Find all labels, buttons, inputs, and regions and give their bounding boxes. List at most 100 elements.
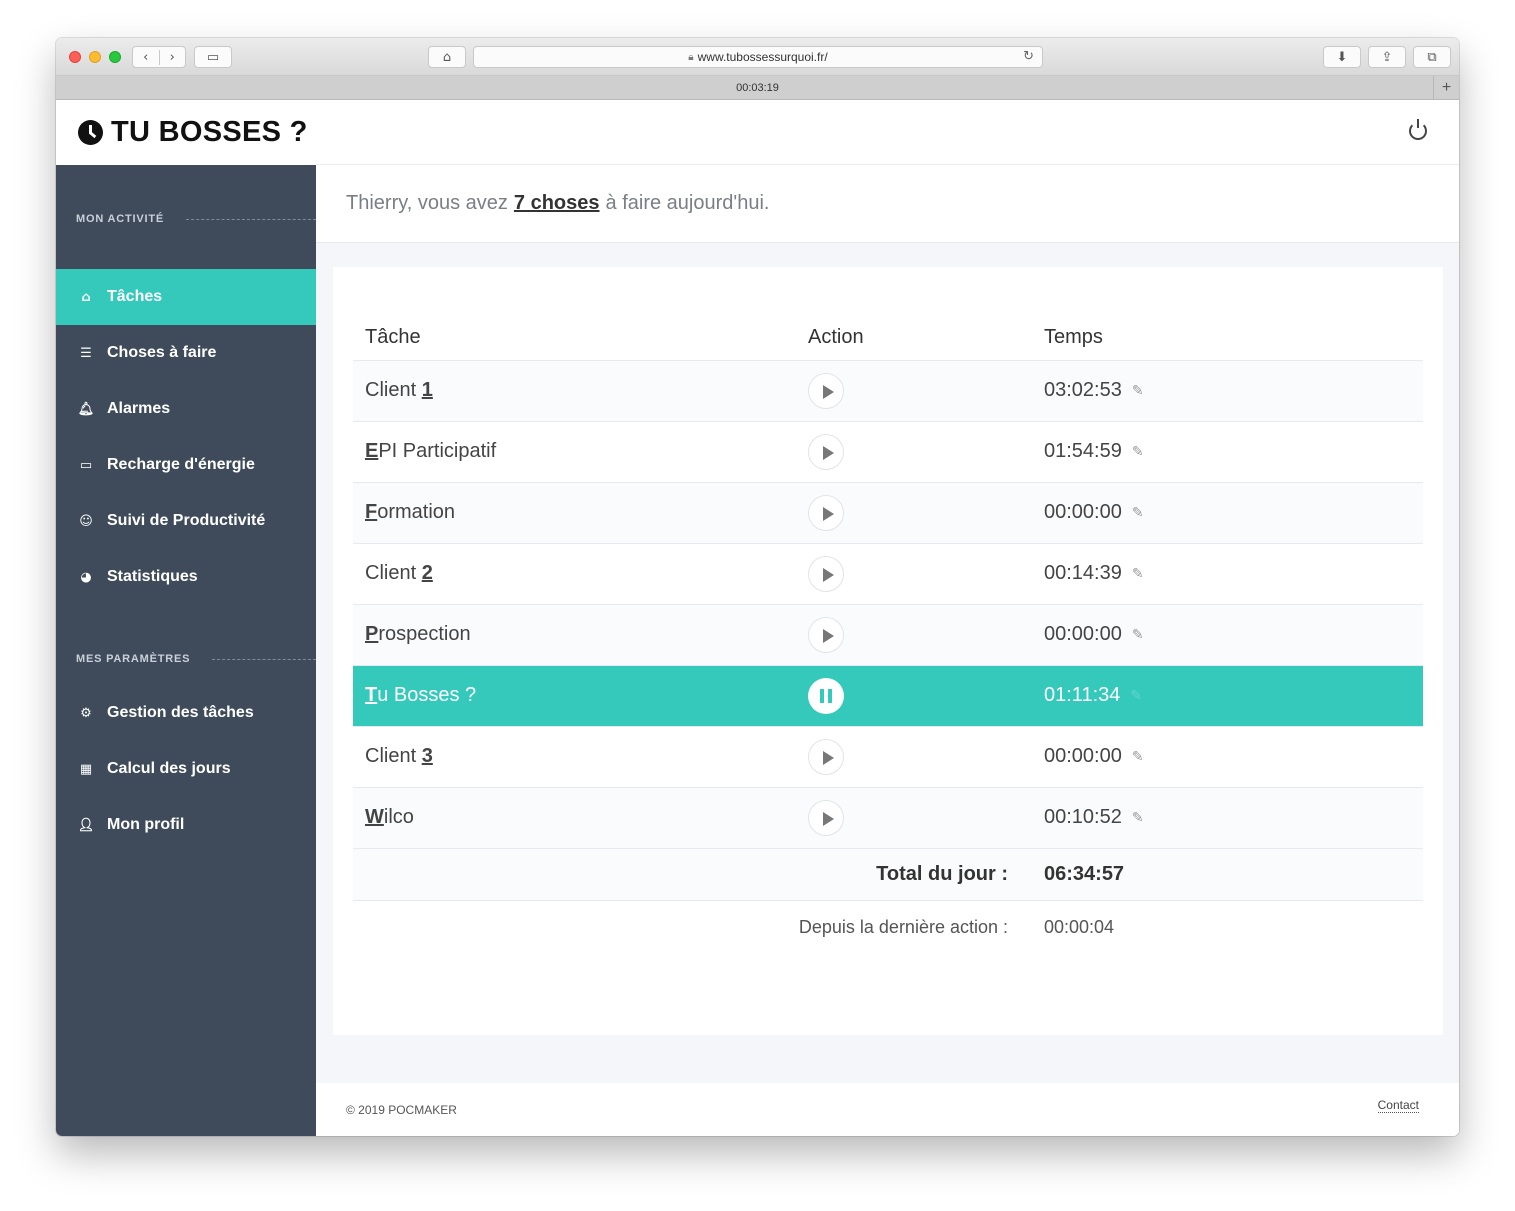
play-icon[interactable]: [808, 555, 844, 592]
home-button[interactable]: ⌂: [428, 46, 466, 68]
new-tab-button[interactable]: +: [1433, 76, 1459, 100]
table-row: Client 1 03:02:53 ✎: [353, 360, 1423, 422]
forward-icon[interactable]: ›: [158, 49, 186, 65]
pencil-icon[interactable]: ✎: [1132, 383, 1144, 399]
tab-bar: 00:03:19 +: [56, 76, 1459, 100]
task-time: 00:00:00: [1044, 623, 1122, 646]
task-name: Wilco: [353, 787, 796, 849]
play-icon[interactable]: [808, 616, 844, 653]
browser-window: ‹ › ▭ ⌂ 🔒︎ www.tubossessurquoi.fr/ ↻ ⬇ ⇪…: [56, 38, 1459, 1136]
total-label: Total du jour :: [353, 848, 1032, 901]
minimize-window-button[interactable]: [89, 51, 101, 63]
power-icon[interactable]: [1409, 119, 1427, 140]
sidebar-item-calcul-jours[interactable]: ▦ Calcul des jours: [56, 741, 316, 797]
brand[interactable]: TU BOSSES ?: [56, 100, 316, 165]
table-row: EPI Participatif 01:54:59 ✎: [353, 421, 1423, 483]
share-icon: ⇪: [1381, 49, 1393, 65]
sidebar-item-alarmes[interactable]: 🔔︎ Alarmes: [56, 381, 316, 437]
sidebar-item-taches[interactable]: ⌂ Tâches: [56, 269, 316, 325]
table-row: Formation 00:00:00 ✎: [353, 482, 1423, 544]
tab-title[interactable]: 00:03:19: [736, 82, 779, 94]
task-time: 00:10:52: [1044, 806, 1122, 829]
tasks-table: Tâche Action Temps Client 1 03:02:53 ✎ EP…: [353, 315, 1423, 954]
calculator-icon: ▦: [79, 761, 93, 777]
play-icon[interactable]: [808, 494, 844, 531]
sidebar-icon: ▭: [206, 49, 220, 65]
browser-toolbar: ‹ › ▭ ⌂ 🔒︎ www.tubossessurquoi.fr/ ↻ ⬇ ⇪…: [56, 38, 1459, 76]
history-nav: ‹ ›: [132, 46, 186, 68]
table-header: Tâche Action Temps: [353, 315, 1423, 361]
close-window-button[interactable]: [69, 51, 81, 63]
bell-icon: 🔔︎: [77, 401, 95, 417]
url-text: www.tubossessurquoi.fr/: [697, 50, 828, 64]
table-row: Wilco 00:10:52 ✎: [353, 787, 1423, 849]
sidebar-toggle-button[interactable]: ▭: [194, 46, 232, 68]
pencil-icon[interactable]: ✎: [1130, 688, 1142, 704]
total-row: Total du jour : 06:34:57: [353, 848, 1423, 901]
task-time: 01:54:59: [1044, 440, 1122, 463]
section-title-settings: MES PARAMÈTRES: [76, 653, 316, 665]
brand-title: TU BOSSES ?: [111, 116, 308, 148]
pencil-icon[interactable]: ✎: [1132, 810, 1144, 826]
task-name: Prospection: [353, 604, 796, 666]
copyright: © 2019 POCMAKER: [346, 1103, 457, 1117]
contact-link[interactable]: Contact: [1377, 1098, 1419, 1113]
zoom-window-button[interactable]: [109, 51, 121, 63]
smiley-icon: ☺: [79, 513, 93, 529]
table-row: Prospection 00:00:00 ✎: [353, 604, 1423, 666]
downloads-button[interactable]: ⬇: [1323, 46, 1361, 68]
back-icon[interactable]: ‹: [133, 50, 159, 65]
play-icon[interactable]: [808, 799, 844, 836]
sidebar: MON ACTIVITÉ ⌂ Tâches ☰ Choses à faire 🔔…: [56, 165, 316, 1136]
sidebar-item-recharge[interactable]: ▭ Recharge d'énergie: [56, 437, 316, 493]
main-content: Thierry, vous avez 7 choses à faire aujo…: [316, 165, 1459, 1136]
table-row-running: Tu Bosses ? 01:11:34 ✎: [353, 665, 1423, 727]
share-button[interactable]: ⇪: [1368, 46, 1406, 68]
task-time: 03:02:53: [1044, 379, 1122, 402]
footer: © 2019 POCMAKER Contact: [316, 1083, 1459, 1136]
lock-icon: 🔒︎: [688, 51, 694, 63]
sidebar-item-choses-a-faire[interactable]: ☰ Choses à faire: [56, 325, 316, 381]
pencil-icon[interactable]: ✎: [1132, 444, 1144, 460]
header-task: Tâche: [353, 315, 796, 361]
section-title-activity: MON ACTIVITÉ: [76, 213, 316, 225]
task-name: Tu Bosses ?: [353, 665, 796, 727]
task-name: Client 2: [353, 543, 796, 605]
pause-icon[interactable]: [808, 677, 844, 714]
total-value: 06:34:57: [1032, 848, 1423, 901]
pencil-icon[interactable]: ✎: [1132, 566, 1144, 582]
play-icon[interactable]: [808, 372, 844, 409]
pie-chart-icon: ◕: [80, 569, 92, 585]
gear-icon: ⚙: [80, 705, 92, 721]
app-page: TU BOSSES ? MON ACTIVITÉ ⌂ Tâches ☰ Chos…: [56, 100, 1459, 1136]
task-name: Client 1: [353, 360, 796, 422]
sidebar-item-productivite[interactable]: ☺ Suivi de Productivité: [56, 493, 316, 549]
header-action: Action: [796, 315, 1032, 361]
user-icon: 👤︎: [77, 817, 95, 833]
pencil-icon[interactable]: ✎: [1132, 505, 1144, 521]
battery-icon: ▭: [79, 457, 93, 473]
reload-icon[interactable]: ↻: [1023, 49, 1034, 64]
table-row: Client 2 00:14:39 ✎: [353, 543, 1423, 605]
table-row: Client 3 00:00:00 ✎: [353, 726, 1423, 788]
sidebar-item-gestion-taches[interactable]: ⚙ Gestion des tâches: [56, 685, 316, 741]
pencil-icon[interactable]: ✎: [1132, 749, 1144, 765]
task-time: 00:00:00: [1044, 501, 1122, 524]
pencil-icon[interactable]: ✎: [1132, 627, 1144, 643]
task-name: Formation: [353, 482, 796, 544]
since-value: 00:00:04: [1032, 900, 1423, 954]
top-bar: [316, 100, 1459, 165]
address-bar[interactable]: 🔒︎ www.tubossessurquoi.fr/ ↻: [473, 46, 1043, 68]
tab-overview-button[interactable]: ⧉: [1413, 46, 1451, 68]
sidebar-item-mon-profil[interactable]: 👤︎ Mon profil: [56, 797, 316, 853]
play-icon[interactable]: [808, 433, 844, 470]
sidebar-item-statistiques[interactable]: ◕ Statistiques: [56, 549, 316, 605]
task-time: 00:14:39: [1044, 562, 1122, 585]
task-name: EPI Participatif: [353, 421, 796, 483]
play-icon[interactable]: [808, 738, 844, 775]
todo-count-link[interactable]: 7 choses: [514, 192, 600, 215]
tabs-icon: ⧉: [1427, 49, 1437, 65]
list-icon: ☰: [80, 345, 92, 361]
header-time: Temps: [1032, 315, 1423, 361]
since-row: Depuis la dernière action : 00:00:04: [353, 900, 1423, 954]
